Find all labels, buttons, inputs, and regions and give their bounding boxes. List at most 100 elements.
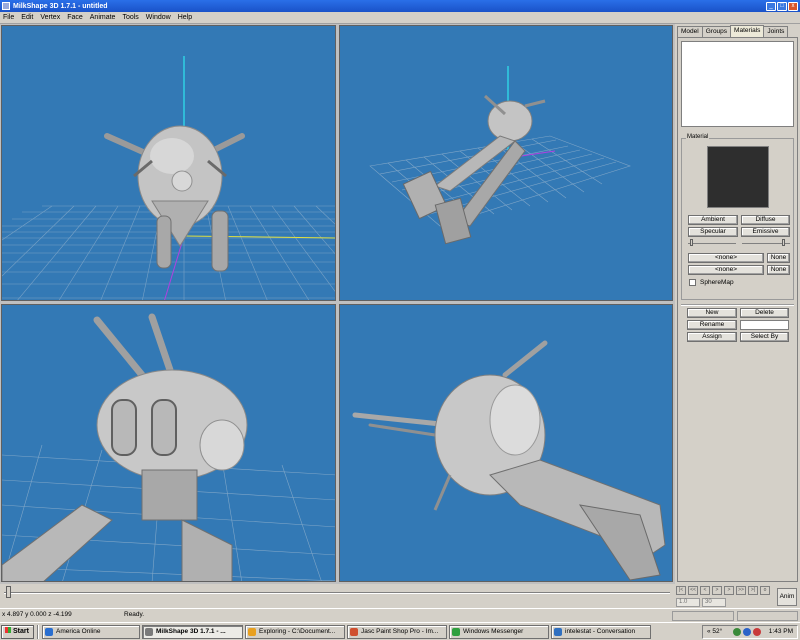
paintshop-icon [350, 628, 358, 636]
timeline-slider-thumb[interactable] [6, 586, 11, 598]
menu-face[interactable]: Face [67, 14, 83, 21]
mech-model-closeup-right [352, 340, 666, 581]
task-label: MilkShape 3D 1.7.1 - ... [156, 628, 226, 635]
closeup-viewport-left[interactable] [1, 304, 336, 582]
task-explorer[interactable]: Exploring - C:\Document... [245, 625, 345, 639]
ambient-button[interactable]: Ambient [688, 215, 738, 225]
prev-key-button[interactable]: << [688, 586, 698, 595]
system-tray: « 52° 1:43 PM [702, 625, 798, 639]
tab-model[interactable]: Model [677, 26, 703, 37]
anim-mode-button[interactable]: Anim [777, 588, 797, 606]
task-label: Jasc Paint Shop Pro - Im... [361, 628, 439, 635]
last-frame-button[interactable]: >| [748, 586, 758, 595]
next-key-button[interactable]: >> [736, 586, 746, 595]
conversation-icon [554, 628, 562, 636]
tab-materials[interactable]: Materials [730, 25, 765, 37]
texture-map-button[interactable]: <none> [688, 253, 764, 263]
alpha-map-button[interactable]: <none> [688, 265, 764, 275]
loop-button[interactable]: o [760, 586, 770, 595]
status-pane-2 [737, 611, 798, 621]
cursor-coordinates: x 4.897 y 0.000 z -4.199 [2, 611, 72, 618]
play-button[interactable]: > [712, 586, 722, 595]
status-message: Ready. [124, 611, 145, 618]
assign-material-button[interactable]: Assign [687, 332, 737, 342]
delete-material-button[interactable]: Delete [740, 308, 789, 318]
task-label: Windows Messenger [463, 628, 524, 635]
title-bar: MilkShape 3D 1.7.1 - untitled _ □ x [0, 0, 800, 12]
task-milkshape[interactable]: MilkShape 3D 1.7.1 - ... [142, 625, 243, 639]
closeup-right-scene [352, 340, 666, 581]
next-frame-button[interactable]: > [724, 586, 734, 595]
aol-icon [45, 628, 53, 636]
task-messenger[interactable]: Windows Messenger [449, 625, 549, 639]
mech-model-perspective [402, 94, 546, 245]
task-aol[interactable]: America Online [42, 625, 140, 639]
shininess-slider-track [688, 243, 736, 244]
tray-icon-2[interactable] [743, 628, 751, 636]
timeline-track [4, 592, 670, 594]
windows-taskbar: Start America Online MilkShape 3D 1.7.1 … [0, 622, 800, 640]
spheremap-label: SphereMap [700, 279, 734, 286]
material-preview-swatch [707, 146, 769, 208]
spheremap-checkbox[interactable] [689, 279, 696, 286]
emissive-button[interactable]: Emissive [741, 227, 790, 237]
menu-bar: File Edit Vertex Face Animate Tools Wind… [0, 12, 800, 24]
closeup-viewport-right[interactable] [339, 304, 673, 582]
taskbar-separator [37, 625, 39, 639]
close-button[interactable]: x [788, 1, 798, 11]
menu-tools[interactable]: Tools [122, 14, 138, 21]
front-viewport[interactable] [1, 25, 336, 301]
diffuse-button[interactable]: Diffuse [741, 215, 790, 225]
rename-material-button[interactable]: Rename [687, 320, 737, 330]
right-panel: Model Groups Materials Joints Material A… [675, 24, 800, 584]
texture-none-button[interactable]: None [767, 253, 790, 263]
menu-file[interactable]: File [3, 14, 14, 21]
task-label: intelestat - Conversation [565, 628, 636, 635]
task-paintshop[interactable]: Jasc Paint Shop Pro - Im... [347, 625, 447, 639]
status-bar: x 4.897 y 0.000 z -4.199 Ready. [0, 608, 800, 622]
maximize-button[interactable]: □ [777, 1, 787, 11]
viewport-area [0, 24, 675, 584]
menu-animate[interactable]: Animate [90, 14, 116, 21]
window-title: MilkShape 3D 1.7.1 - untitled [13, 2, 108, 10]
prev-frame-button[interactable]: < [700, 586, 710, 595]
new-material-button[interactable]: New [687, 308, 737, 318]
transparency-slider-thumb[interactable] [782, 239, 785, 246]
first-frame-button[interactable]: |< [676, 586, 686, 595]
end-frame-field[interactable]: 30 [702, 598, 726, 607]
weather-temp[interactable]: « 52° [707, 628, 722, 635]
perspective-viewport[interactable] [339, 25, 673, 301]
menu-window[interactable]: Window [146, 14, 171, 21]
shininess-slider-thumb[interactable] [690, 239, 693, 246]
status-pane-1 [672, 611, 734, 621]
tray-icon-3[interactable] [753, 628, 761, 636]
closeup-left-scene [2, 313, 335, 581]
specular-button[interactable]: Specular [688, 227, 738, 237]
menu-edit[interactable]: Edit [21, 14, 33, 21]
menu-vertex[interactable]: Vertex [40, 14, 60, 21]
clock[interactable]: 1:43 PM [769, 628, 793, 635]
milkshape-icon [145, 628, 153, 636]
start-frame-field[interactable]: 1.0 [676, 598, 700, 607]
start-label: Start [13, 628, 29, 635]
tray-icon-1[interactable] [733, 628, 741, 636]
menu-help[interactable]: Help [178, 14, 192, 21]
material-group-label: Material [686, 134, 710, 140]
material-name-field[interactable] [740, 320, 789, 330]
material-group: Material Ambient Diffuse Specular Emissi… [681, 134, 794, 300]
explorer-icon [248, 628, 256, 636]
tab-joints[interactable]: Joints [763, 26, 789, 37]
minimize-button[interactable]: _ [766, 1, 776, 11]
start-button[interactable]: Start [1, 625, 34, 639]
milkshape-app-icon [2, 2, 10, 10]
mech-model-front [104, 125, 245, 272]
task-conversation[interactable]: intelestat - Conversation [551, 625, 651, 639]
panel-tabs: Model Groups Materials Joints [677, 25, 789, 37]
task-label: Exploring - C:\Document... [259, 628, 336, 635]
material-list[interactable] [681, 41, 794, 127]
panel-divider [681, 304, 794, 306]
materials-tab-body: Material Ambient Diffuse Specular Emissi… [677, 37, 798, 582]
alpha-none-button[interactable]: None [767, 265, 790, 275]
tab-groups[interactable]: Groups [701, 26, 732, 37]
select-by-material-button[interactable]: Select By [740, 332, 789, 342]
